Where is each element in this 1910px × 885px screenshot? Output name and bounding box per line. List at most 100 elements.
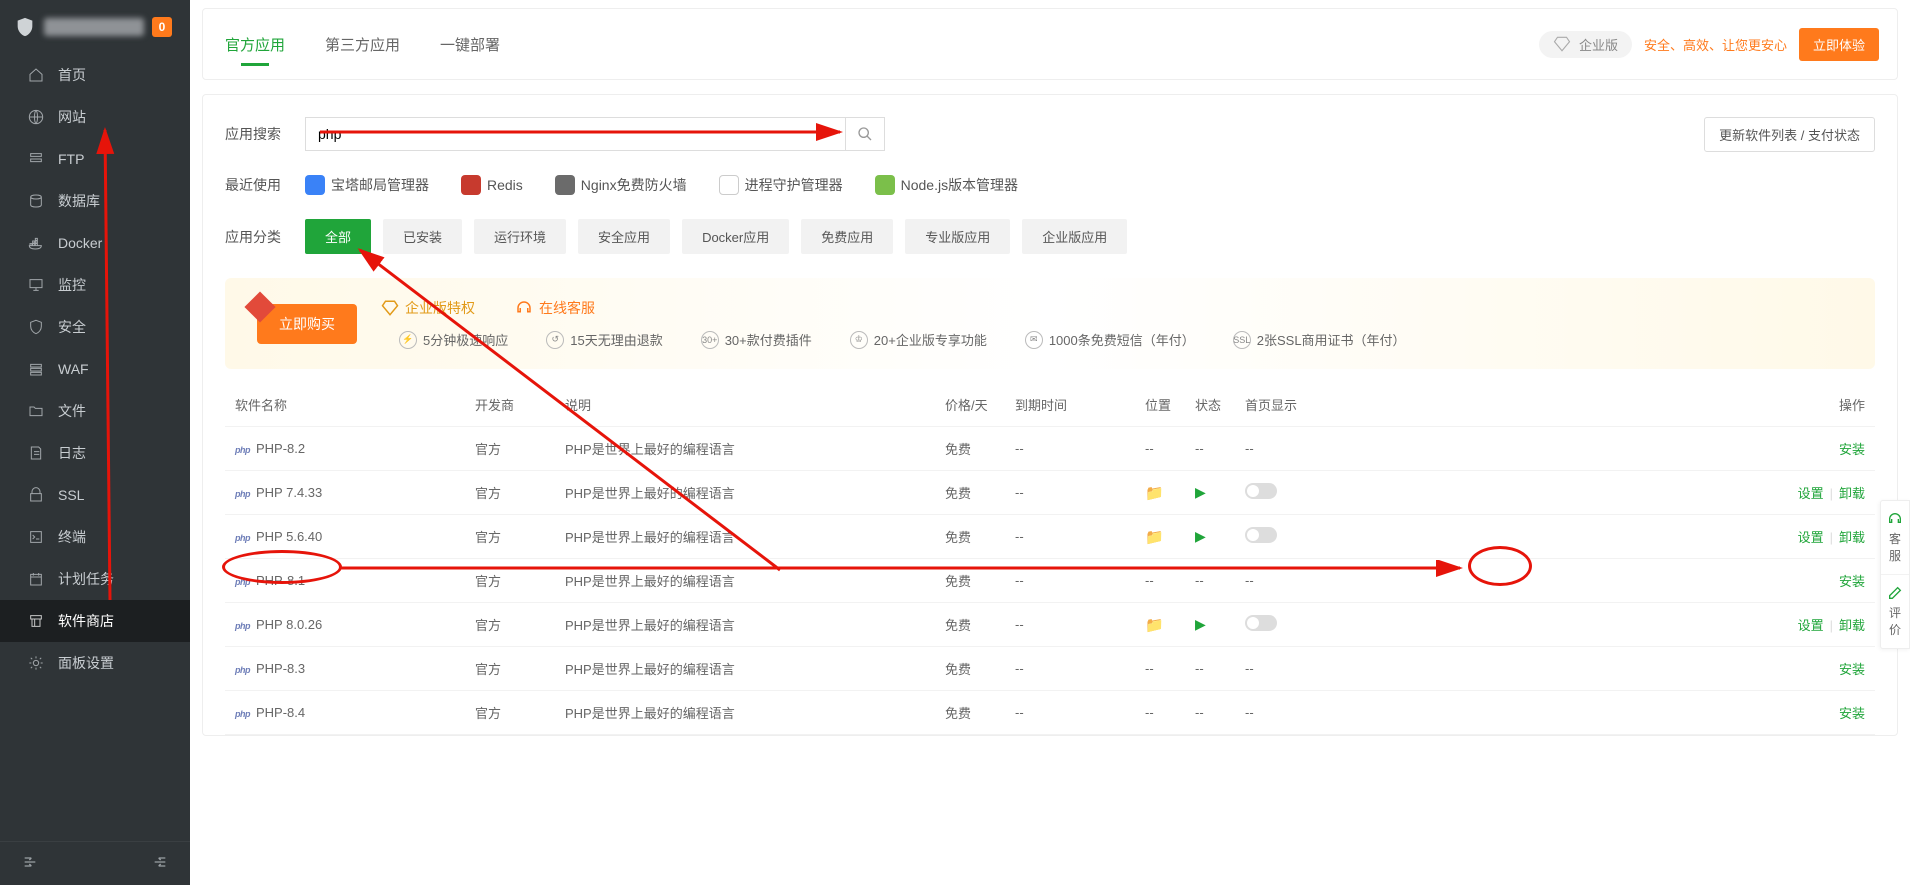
table-row: phpPHP-8.3 官方 PHP是世界上最好的编程语言 免费 -- -- --… xyxy=(225,647,1875,691)
uninstall-link[interactable]: 卸载 xyxy=(1839,618,1865,633)
cell-expire: -- xyxy=(1015,485,1145,500)
table-header: 软件名称 开发商 说明 价格/天 到期时间 位置 状态 首页显示 操作 xyxy=(225,383,1875,427)
install-link[interactable]: 安装 xyxy=(1839,442,1865,457)
install-link[interactable]: 安装 xyxy=(1839,662,1865,677)
cell-home: -- xyxy=(1245,661,1395,676)
uninstall-link[interactable]: 卸载 xyxy=(1839,530,1865,545)
software-name: PHP 5.6.40 xyxy=(256,529,322,544)
sidebar-item-globe[interactable]: 网站 xyxy=(0,96,190,138)
search-button[interactable] xyxy=(845,117,885,151)
folder-icon[interactable]: 📁 xyxy=(1145,529,1164,546)
globe-icon xyxy=(28,109,44,125)
cell-action: 安装 xyxy=(1395,571,1875,590)
enterprise-badge[interactable]: 企业版 xyxy=(1539,31,1632,58)
category-button[interactable]: 专业版应用 xyxy=(905,219,1010,254)
software-table: 软件名称 开发商 说明 价格/天 到期时间 位置 状态 首页显示 操作 phpP… xyxy=(225,383,1875,735)
float-panel: 客服 评价 xyxy=(1880,500,1910,649)
sidebar-item-store[interactable]: 软件商店 xyxy=(0,600,190,642)
sidebar-item-ssl[interactable]: SSL xyxy=(0,474,190,516)
th-developer: 开发商 xyxy=(475,395,565,414)
online-cs-link[interactable]: 在线客服 xyxy=(515,298,595,318)
app-icon xyxy=(719,175,739,195)
folder-icon[interactable]: 📁 xyxy=(1145,617,1164,634)
sidebar-footer xyxy=(0,841,190,885)
sidebar-item-home[interactable]: 首页 xyxy=(0,54,190,96)
sidebar-item-settings[interactable]: 面板设置 xyxy=(0,642,190,684)
float-cs[interactable]: 客服 xyxy=(1881,501,1909,575)
category-button[interactable]: 企业版应用 xyxy=(1022,219,1127,254)
cell-action: 安装 xyxy=(1395,439,1875,458)
cell-action: 设置|卸载 xyxy=(1395,615,1875,634)
recent-label: 最近使用 xyxy=(225,175,305,195)
recent-item[interactable]: Node.js版本管理器 xyxy=(875,175,1018,195)
cell-status: ▶ xyxy=(1195,528,1245,545)
feature-icon: ↺ xyxy=(546,331,564,349)
sidebar-item-waf[interactable]: WAF xyxy=(0,348,190,390)
float-feedback[interactable]: 评价 xyxy=(1881,575,1909,648)
folder-icon[interactable]: 📁 xyxy=(1145,485,1164,502)
ssl-icon xyxy=(28,487,44,503)
category-button[interactable]: 全部 xyxy=(305,219,371,254)
software-name: PHP-8.3 xyxy=(256,661,305,676)
play-icon[interactable]: ▶ xyxy=(1195,616,1206,632)
th-action: 操作 xyxy=(1395,395,1875,414)
buy-now-button[interactable]: 立即购买 xyxy=(257,304,357,344)
th-expire: 到期时间 xyxy=(1015,395,1145,414)
play-icon[interactable]: ▶ xyxy=(1195,484,1206,500)
sidebar-item-shield[interactable]: 安全 xyxy=(0,306,190,348)
recent-item[interactable]: 进程守护管理器 xyxy=(719,175,843,195)
terminal-icon xyxy=(28,529,44,545)
sidebar-item-log[interactable]: 日志 xyxy=(0,432,190,474)
log-icon xyxy=(28,445,44,461)
docker-icon xyxy=(28,235,44,251)
sidebar-item-ftp[interactable]: FTP xyxy=(0,138,190,180)
settings-link[interactable]: 设置 xyxy=(1798,618,1824,633)
recent-item[interactable]: Redis xyxy=(461,175,523,195)
settings-link[interactable]: 设置 xyxy=(1798,486,1824,501)
sidebar-item-cron[interactable]: 计划任务 xyxy=(0,558,190,600)
waf-icon xyxy=(28,361,44,377)
sidebar-item-terminal[interactable]: 终端 xyxy=(0,516,190,558)
software-name: PHP-8.2 xyxy=(256,441,305,456)
refresh-list-button[interactable]: 更新软件列表 / 支付状态 xyxy=(1704,117,1875,152)
home-toggle[interactable] xyxy=(1245,527,1277,543)
sidebar: 0 首页网站FTP数据库 Docker 监控安全WAF文件日志SSL终端计划任务软件… xyxy=(0,0,190,885)
sidebar-item-docker[interactable]: Docker xyxy=(0,222,190,264)
sidebar-item-folder[interactable]: 文件 xyxy=(0,390,190,432)
recent-item[interactable]: 宝塔邮局管理器 xyxy=(305,175,429,195)
recent-item[interactable]: Nginx免费防火墙 xyxy=(555,175,687,195)
tab-官方应用[interactable]: 官方应用 xyxy=(225,8,285,80)
try-now-button[interactable]: 立即体验 xyxy=(1799,28,1879,61)
settings-link[interactable]: 设置 xyxy=(1798,530,1824,545)
category-button[interactable]: 安全应用 xyxy=(578,219,670,254)
home-toggle[interactable] xyxy=(1245,615,1277,631)
install-link[interactable]: 安装 xyxy=(1839,706,1865,721)
collapse-right-icon[interactable] xyxy=(152,854,168,873)
sidebar-item-monitor[interactable]: 监控 xyxy=(0,264,190,306)
sidebar-item-database[interactable]: 数据库 xyxy=(0,180,190,222)
category-button[interactable]: 已安装 xyxy=(383,219,462,254)
collapse-left-icon[interactable] xyxy=(22,854,38,873)
php-logo-icon: php xyxy=(235,533,250,543)
cell-desc: PHP是世界上最好的编程语言 xyxy=(565,527,945,546)
cell-home: -- xyxy=(1245,573,1395,588)
tab-一键部署[interactable]: 一键部署 xyxy=(440,8,500,80)
settings-icon xyxy=(28,655,44,671)
cell-developer: 官方 xyxy=(475,571,565,590)
tab-第三方应用[interactable]: 第三方应用 xyxy=(325,8,400,80)
install-link[interactable]: 安装 xyxy=(1839,574,1865,589)
cell-action: 安装 xyxy=(1395,703,1875,722)
sidebar-item-label: Docker xyxy=(58,235,102,251)
uninstall-link[interactable]: 卸载 xyxy=(1839,486,1865,501)
sidebar-item-label: 面板设置 xyxy=(58,653,114,673)
home-toggle[interactable] xyxy=(1245,483,1277,499)
category-button[interactable]: 运行环境 xyxy=(474,219,566,254)
cell-status: -- xyxy=(1195,573,1245,588)
play-icon[interactable]: ▶ xyxy=(1195,528,1206,544)
category-button[interactable]: 免费应用 xyxy=(801,219,893,254)
notification-badge[interactable]: 0 xyxy=(152,17,172,37)
software-name: PHP 8.0.26 xyxy=(256,617,322,632)
category-button[interactable]: Docker应用 xyxy=(682,219,789,254)
search-input[interactable] xyxy=(305,117,845,151)
cell-developer: 官方 xyxy=(475,615,565,634)
